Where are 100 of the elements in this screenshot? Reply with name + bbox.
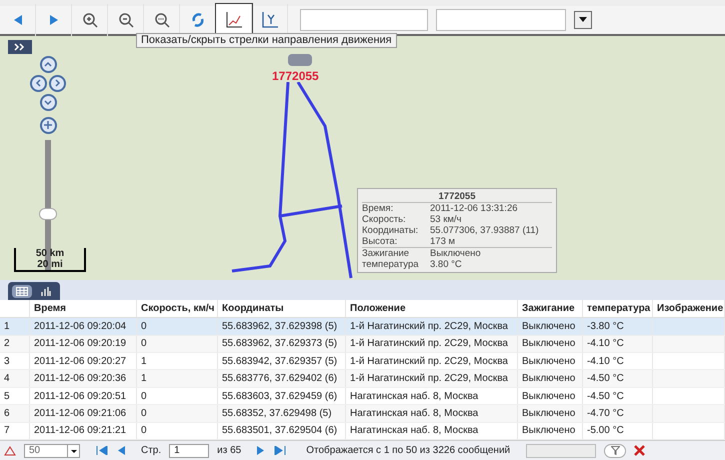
table-row[interactable]: 6 2011-12-06 09:21:06 0 55.68352, 37.629498 (5) Нагатинская наб. 8, Москва Выключено -4.70 °C [0, 405, 725, 423]
zoom-in-icon [82, 12, 98, 28]
popup-label: Высота: [362, 236, 398, 247]
line-chart-icon [224, 10, 242, 29]
table-cell-text: 2011-12-06 09:20:19 [34, 337, 126, 352]
clear-filter-button[interactable] [634, 445, 646, 456]
filter-field[interactable] [526, 444, 596, 458]
table-row[interactable]: 2 2011-12-06 09:20:19 0 55.683962, 37.629373 (5) 1-й Нагатинский пр. 2С29, Москва Выключено -4.10 °C [0, 336, 725, 354]
page-field[interactable]: 1 [169, 444, 210, 458]
page-count-text: из 65 [217, 444, 242, 458]
table-cell-text: 3 [4, 354, 10, 369]
table-cell-text: 55.683501, 37.629504 (6) [222, 424, 338, 438]
column-header: Координаты [222, 302, 284, 316]
status-text: Отображается с 1 по 50 из 3226 сообщений [306, 444, 510, 458]
popup-value: 55.077306, 37.93887 (11) [430, 224, 539, 236]
table-cell-text: 5 [4, 390, 10, 404]
grid-icon [16, 286, 28, 296]
table-cell-text: 1 [141, 354, 147, 369]
popup-label: Зажигание [362, 248, 410, 259]
table-cell-text: 1-й Нагатинский пр. 2С29, Москва [350, 337, 508, 352]
plus-icon [44, 121, 52, 130]
table-row[interactable]: 4 2011-12-06 09:20:36 1 55.683776, 37.629402 (6) 1-й Нагатинский пр. 2С29, Москва Выключено -4.50 °C [0, 370, 725, 388]
table-cell-text: 2 [4, 337, 10, 352]
page-size-select[interactable]: 50 [24, 444, 80, 458]
pan-right-button[interactable] [49, 74, 66, 92]
table-cell-text: Нагатинская наб. 8, Москва [350, 424, 478, 438]
direction-arrows-button[interactable] [216, 4, 252, 36]
next-page-button[interactable] [257, 446, 266, 455]
filter-button[interactable] [604, 444, 626, 458]
last-page-button[interactable] [274, 446, 286, 455]
table-cell-text: 55.683962, 37.629373 (5) [222, 337, 338, 352]
popup-label: Скорость: [362, 214, 407, 225]
chevron-right-icon [54, 79, 61, 88]
close-icon [634, 445, 646, 456]
table-cell-text: 0 [141, 424, 147, 438]
slider-thumb[interactable] [39, 208, 57, 220]
expand-button[interactable] [8, 40, 32, 54]
column-header: Положение [350, 302, 406, 316]
table-cell-text: 2011-12-06 09:20:51 [34, 390, 126, 404]
column-header: Изображение [657, 302, 724, 316]
zoom-out-icon [118, 12, 134, 28]
table-row[interactable]: 5 2011-12-06 09:20:51 0 55.683603, 37.629459 (6) Нагатинская наб. 8, Москва Выключено -4.50 °C [0, 388, 725, 406]
popup-value: 173 м [430, 236, 456, 247]
table-cell-text: Выключено [522, 372, 576, 386]
table-cell-text: -4.50 °C [587, 390, 624, 404]
table-cell-text: 0 [141, 320, 147, 334]
table-cell-text: 4 [4, 372, 10, 386]
table-cell-text: Выключено [522, 390, 576, 404]
table-cell-text: 1 [141, 372, 147, 386]
date-field[interactable] [300, 8, 428, 31]
column-header: Скорость, км/ч [141, 302, 214, 316]
table-row[interactable]: 3 2011-12-06 09:20:27 1 55.683942, 37.629357 (5) 1-й Нагатинский пр. 2С29, Москва Выключено -4.10 °C [0, 353, 725, 370]
y-axis-icon [260, 10, 278, 29]
table-cell-text: 55.683603, 37.629459 (6) [222, 390, 338, 404]
table-cell-text: 2011-12-06 09:20:36 [34, 372, 126, 386]
pan-up-button[interactable] [40, 56, 56, 73]
table-cell-text: -3.80 °C [587, 320, 624, 334]
popup-value: 3.80 °C [430, 258, 462, 270]
pan-left-button[interactable] [30, 74, 47, 92]
table-cell-text: 2011-12-06 09:21:21 [34, 424, 126, 438]
table-cell-text: 0 [141, 406, 147, 421]
date-field[interactable] [436, 8, 566, 31]
table-cell-text: Выключено [522, 424, 576, 438]
chevron-down-icon [44, 98, 52, 106]
first-page-button[interactable] [96, 446, 108, 455]
previous-page-button[interactable] [116, 446, 125, 455]
chevron-left-icon [35, 79, 42, 88]
bar-chart-icon [41, 286, 51, 296]
table-row[interactable]: 1 2011-12-06 09:20:04 0 55.683962, 37.629398 (5) 1-й Нагатинский пр. 2С29, Москва Выключено -3.80 °C [0, 318, 725, 336]
magnifier-dots-icon [154, 12, 170, 28]
filter-icon [610, 446, 620, 455]
popup-value: Выключено [430, 248, 481, 259]
table-row[interactable]: 7 2011-12-06 09:21:21 0 55.683501, 37.629504 (6) Нагатинская наб. 8, Москва Выключено -5.00 °C [0, 422, 725, 440]
column-header: Время [34, 302, 66, 316]
caret-icon [579, 17, 587, 22]
caret-icon [67, 444, 79, 456]
page-size-value: 50 [28, 444, 42, 458]
page-label: Стр. [141, 444, 162, 458]
table-cell-text: 1 [4, 320, 10, 334]
table-view-tab[interactable] [12, 284, 32, 298]
tooltip: Показать/скрыть стрелки направления движения [136, 32, 397, 48]
popup-label: Время: [362, 202, 394, 214]
table-cell-text: 55.683962, 37.629398 (5) [222, 320, 338, 334]
last-page-icon [274, 446, 286, 455]
table-cell-text: Нагатинская наб. 8, Москва [350, 390, 478, 404]
left-triangle-icon [12, 14, 22, 26]
dropdown-button[interactable] [574, 10, 592, 29]
refresh-icon [190, 12, 204, 28]
table-cell-text: Выключено [522, 354, 576, 369]
column-header: температура [587, 302, 650, 316]
column-header: Зажигание [522, 302, 575, 316]
scale-mi-text: 20 mi [37, 258, 63, 270]
popup-value: 2011-12-06 13:31:26 [430, 202, 518, 214]
table-cell-text: 0 [141, 337, 147, 352]
chevron-up-icon [44, 60, 52, 68]
map-zoom-in-button[interactable] [40, 116, 56, 134]
pan-down-button[interactable] [40, 94, 56, 111]
table-cell-text: 55.683776, 37.629402 (6) [222, 372, 338, 386]
table-cell-text: -4.50 °C [587, 372, 624, 386]
table-cell-text: 1-й Нагатинский пр. 2С29, Москва [350, 354, 508, 369]
